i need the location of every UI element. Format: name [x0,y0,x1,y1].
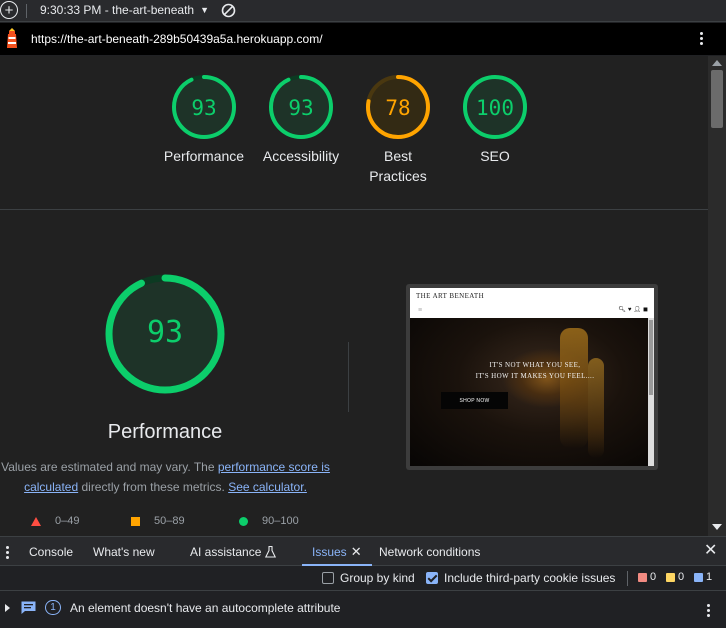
gauge-ring-best-practices: 78 [366,75,430,139]
scroll-down-arrow-icon[interactable] [712,524,722,530]
gauge-performance[interactable]: 93 Performance [154,74,254,166]
legend-pass: 90–100 [239,515,299,527]
gauge-seo[interactable]: 100 SEO [445,74,545,166]
see-calculator-link[interactable]: See calculator. [228,480,307,494]
new-report-button[interactable]: + [0,1,18,19]
gauge-ring-performance: 93 [172,75,236,139]
gauge-ring-seo: 100 [463,75,527,139]
toolbar-separator [627,571,628,586]
warning-icon [666,572,675,582]
clear-all-icon[interactable] [221,3,236,18]
thumb-hero-gold-drip [560,328,588,448]
thumb-menu-icon: ≡ [418,307,423,314]
performance-gauge: 93 [105,274,225,394]
page-errors-count[interactable]: 0 [638,571,656,583]
tab-issues-label: Issues [312,545,347,559]
close-tab-icon[interactable]: ✕ [351,544,362,559]
final-screenshot: THE ART BENEATH ≡ 🔍︎♥👤︎◼ IT'S NOT WHAT Y… [410,288,654,466]
tab-issues[interactable]: Issues ✕ [302,537,372,566]
scroll-up-arrow-icon[interactable] [712,60,722,66]
gauge-label: Performance [163,148,245,164]
tab-ai-assistance[interactable]: AI assistance [190,537,277,566]
third-party-cookie-checkbox[interactable] [426,572,438,584]
average-square-icon [131,516,140,526]
report-url[interactable]: https://the-art-beneath-289b50439a5a.her… [31,32,323,46]
more-options-icon[interactable] [700,32,704,47]
gauge-score: 100 [476,96,514,120]
issue-row[interactable]: 1 An element doesn't have an autocomplet… [0,592,726,626]
legend-average: 50–89 [131,515,185,527]
report-selector[interactable]: 9:30:33 PM - the-art-beneath ▼ [40,3,209,17]
report-scrollbar[interactable] [708,56,726,536]
lighthouse-logo-icon [7,28,17,48]
performance-title: Performance [107,421,223,443]
report-url-bar: https://the-art-beneath-289b50439a5a.her… [0,23,726,55]
issue-count-badge: 1 [45,600,61,615]
gauge-score: 78 [385,96,410,120]
drawer-tab-bar: Console What's new AI assistance Issues ✕… [0,536,726,566]
issues-toolbar: Group by kind Include third-party cookie… [0,566,726,591]
tab-network-conditions[interactable]: Network conditions [379,537,480,566]
tab-whats-new[interactable]: What's new [93,537,155,566]
gauge-score: 93 [191,96,216,120]
info-icon [694,572,703,582]
expand-caret-icon[interactable] [5,604,10,612]
close-drawer-icon[interactable]: ✕ [704,542,717,560]
vertical-divider [348,342,349,412]
group-by-kind-label[interactable]: Group by kind [340,571,415,585]
performance-description: Values are estimated and may vary. The p… [1,460,330,494]
toolbar-separator [26,4,27,18]
pass-circle-icon [239,516,248,526]
thumb-shop-now-button: SHOP NOW [441,392,508,409]
thumb-nav-icons: 🔍︎♥👤︎◼ [618,307,650,313]
performance-score: 93 [147,315,183,350]
final-screenshot-frame[interactable]: THE ART BENEATH ≡ 🔍︎♥👤︎◼ IT'S NOT WHAT Y… [406,284,658,470]
thumb-navbar: THE ART BENEATH ≡ 🔍︎♥👤︎◼ [410,288,654,318]
gauge-label: Best Practices [369,148,427,184]
thumb-scrollbar [648,318,654,466]
legend-fail: 0–49 [31,515,79,527]
error-icon [638,572,647,582]
drawer-menu-icon[interactable] [6,546,10,561]
dropdown-caret-icon: ▼ [200,5,210,15]
improvements-count[interactable]: 1 [694,571,712,583]
scroll-thumb[interactable] [711,70,723,128]
breaking-changes-count[interactable]: 0 [666,571,684,583]
gauge-score: 93 [288,96,313,120]
gauge-label: SEO [480,148,510,164]
issue-more-options-icon[interactable] [707,604,711,619]
section-divider [0,209,708,210]
thumb-headline: IT'S NOT WHAT YOU SEE, IT'S HOW IT MAKES… [475,361,595,380]
gauge-best-practices[interactable]: 78 Best Practices [348,74,448,186]
tab-ai-assistance-label: AI assistance [190,545,262,559]
plus-icon: + [4,1,14,19]
issue-title: An element doesn't have an autocomplete … [70,601,341,615]
lighthouse-toolbar: + 9:30:33 PM - the-art-beneath ▼ [0,0,726,22]
gauge-label: Accessibility [262,148,340,164]
thumb-hero-image: IT'S NOT WHAT YOU SEE, IT'S HOW IT MAKES… [410,318,648,466]
improvement-issue-icon [21,601,36,614]
third-party-cookie-label[interactable]: Include third-party cookie issues [444,571,615,585]
thumb-brand: THE ART BENEATH [416,292,485,300]
flask-icon [265,546,277,558]
fail-triangle-icon [31,516,41,526]
tab-console[interactable]: Console [29,537,73,566]
group-by-kind-checkbox[interactable] [322,572,334,584]
gauge-ring-accessibility: 93 [269,75,333,139]
gauge-accessibility[interactable]: 93 Accessibility [251,74,351,166]
report-selector-label: 9:30:33 PM - the-art-beneath [40,3,195,17]
lighthouse-report: 93 Performance 93 Accessibility 78 Best Pract… [0,56,708,536]
